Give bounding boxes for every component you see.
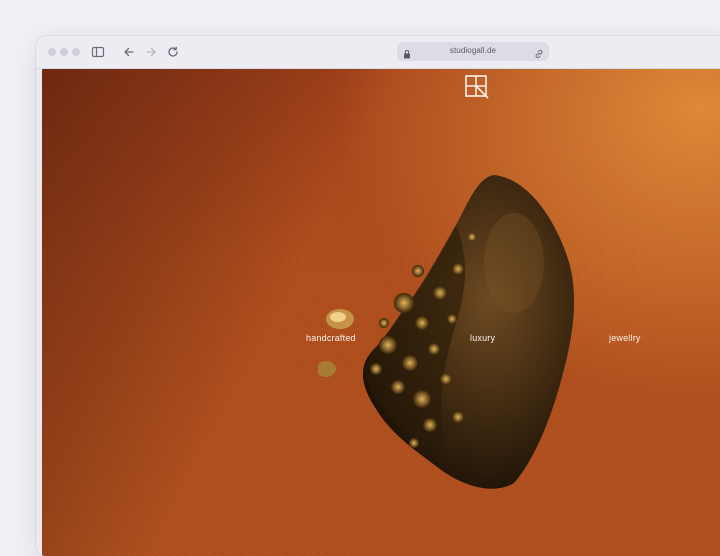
- browser-toolbar: studiogall.de: [36, 36, 720, 69]
- tagline-word-handcrafted: handcrafted: [306, 333, 356, 343]
- window-minimize-control[interactable]: [60, 48, 68, 56]
- tagline-word-jewellry: jewellry: [609, 333, 641, 343]
- studiogall-logo-icon[interactable]: [464, 74, 490, 100]
- address-url: studiogall.de: [449, 46, 497, 55]
- browser-window: studiogall.de handcrafted luxury jewellr…: [36, 36, 720, 556]
- forward-icon[interactable]: [144, 45, 158, 59]
- gold-rock-sculpture-image: [318, 175, 575, 489]
- page-viewport: handcrafted luxury jewellry: [42, 69, 720, 556]
- reload-icon[interactable]: [166, 45, 180, 59]
- address-bar[interactable]: studiogall.de: [397, 42, 549, 61]
- back-icon[interactable]: [122, 45, 136, 59]
- window-close-control[interactable]: [48, 48, 56, 56]
- sidebar-icon[interactable]: [91, 45, 105, 59]
- tagline-word-luxury: luxury: [470, 333, 496, 343]
- link-icon[interactable]: [534, 46, 544, 64]
- window-zoom-control[interactable]: [72, 48, 80, 56]
